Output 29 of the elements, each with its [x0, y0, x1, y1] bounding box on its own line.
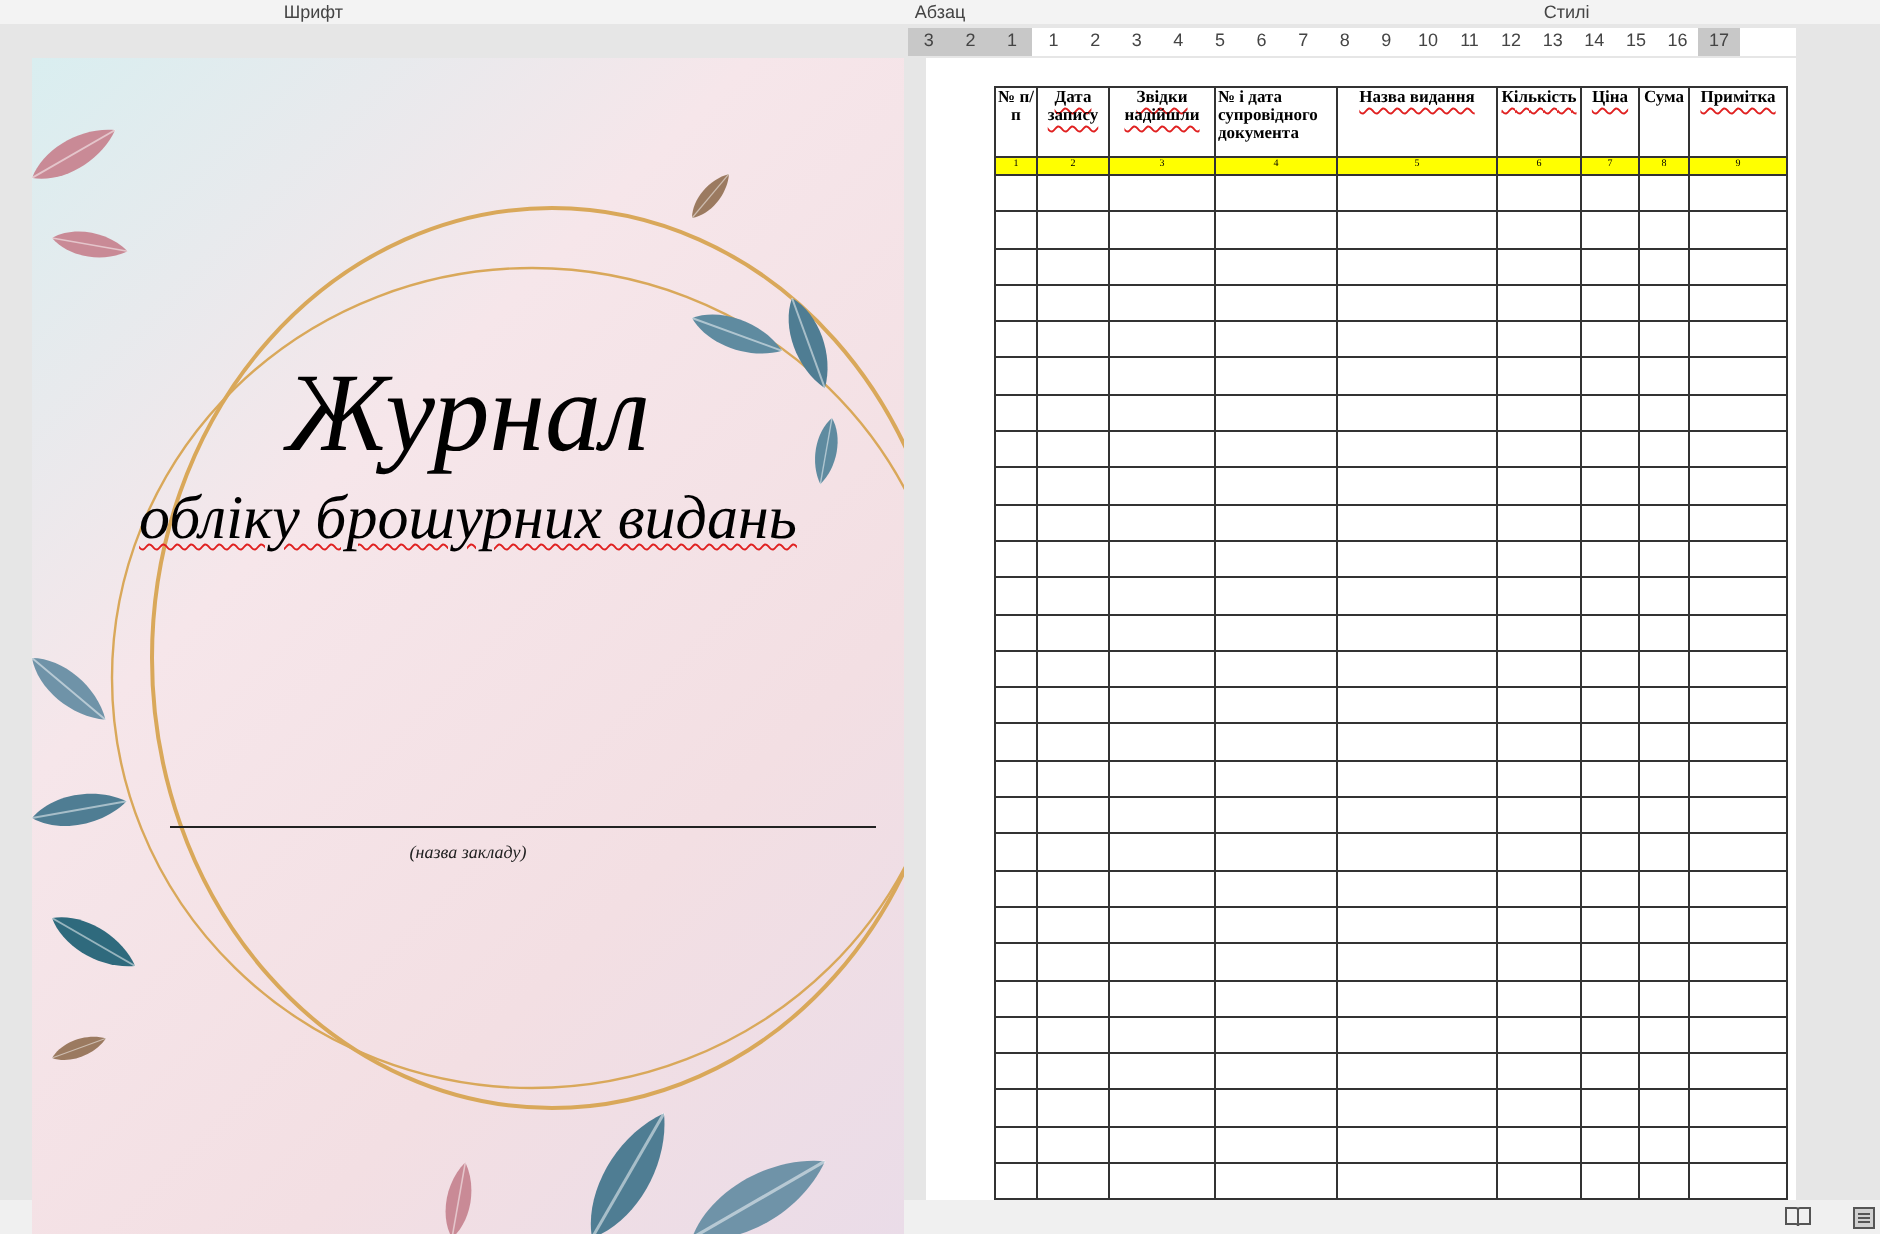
- ruler-number: 13: [1542, 27, 1563, 54]
- ruler-number: 5: [1214, 27, 1225, 54]
- ruler-number: 17: [1709, 27, 1730, 54]
- ribbon-group-label: Стилі: [1543, 1, 1590, 23]
- ruler-number: 12: [1501, 27, 1522, 54]
- institution-caption: (назва закладу): [409, 840, 527, 866]
- ruler-number: 3: [1131, 27, 1142, 54]
- ruler-number: 11: [1460, 27, 1479, 54]
- journal-title: Журнал: [286, 350, 650, 478]
- ruler-number: 4: [1173, 27, 1184, 54]
- ruler-number: 3: [923, 27, 934, 54]
- ruler-number: 6: [1256, 27, 1267, 54]
- ruler-number: 14: [1584, 27, 1605, 54]
- ruler-number: 15: [1625, 27, 1646, 54]
- ruler-number: 1: [1048, 27, 1059, 54]
- ruler-number: 2: [965, 27, 976, 54]
- table-header-cell: № п/п: [995, 87, 1037, 157]
- ruler-number: 16: [1667, 27, 1688, 54]
- ribbon-group-label: Шрифт: [283, 1, 343, 23]
- read-mode-icon[interactable]: [1784, 1206, 1812, 1228]
- ruler-number: 10: [1417, 27, 1438, 54]
- ruler-number: 9: [1381, 27, 1392, 54]
- ruler-number: 8: [1339, 27, 1350, 54]
- ruler-number: 7: [1298, 27, 1309, 54]
- print-layout-icon[interactable]: [1852, 1205, 1876, 1229]
- ruler-number: 2: [1090, 27, 1101, 54]
- ruler[interactable]: 3 2 1 1 2 3 4 5 6 7 8 9 10 11 12 13 14 15 16 17: [908, 27, 1796, 55]
- ribbon-group-label: Абзац: [914, 1, 966, 23]
- ruler-number: 1: [1006, 27, 1017, 54]
